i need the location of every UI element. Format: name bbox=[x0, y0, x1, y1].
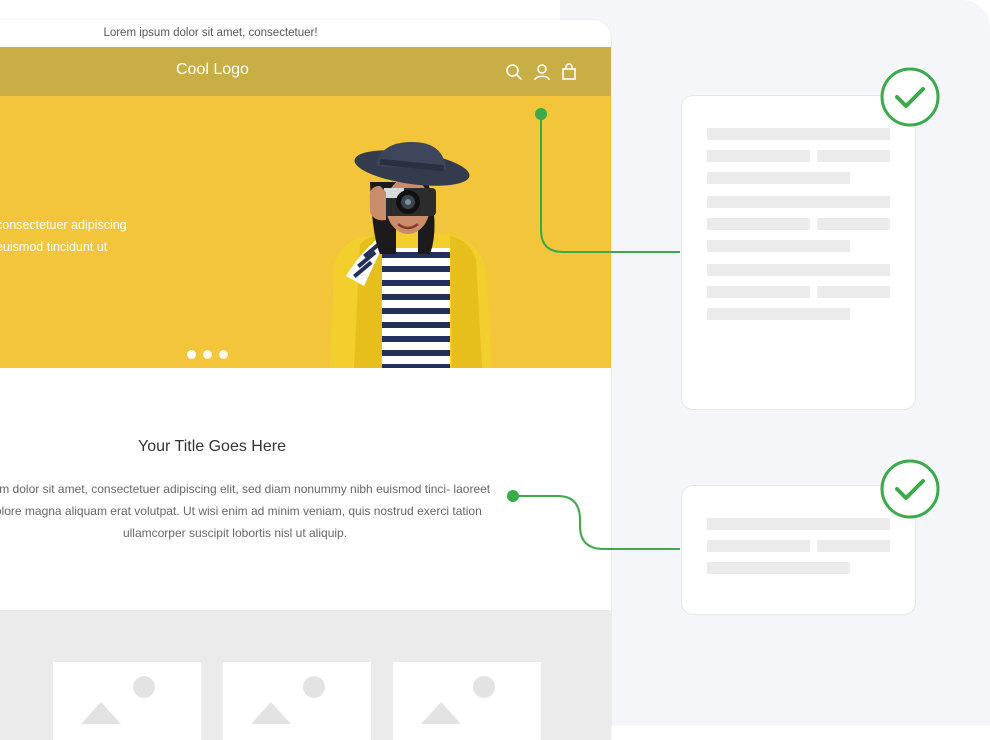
connector-top bbox=[535, 108, 680, 253]
check-icon bbox=[880, 459, 940, 519]
connector-bottom bbox=[507, 490, 680, 550]
check-icon bbox=[880, 67, 940, 127]
connector-overlay bbox=[507, 67, 940, 550]
